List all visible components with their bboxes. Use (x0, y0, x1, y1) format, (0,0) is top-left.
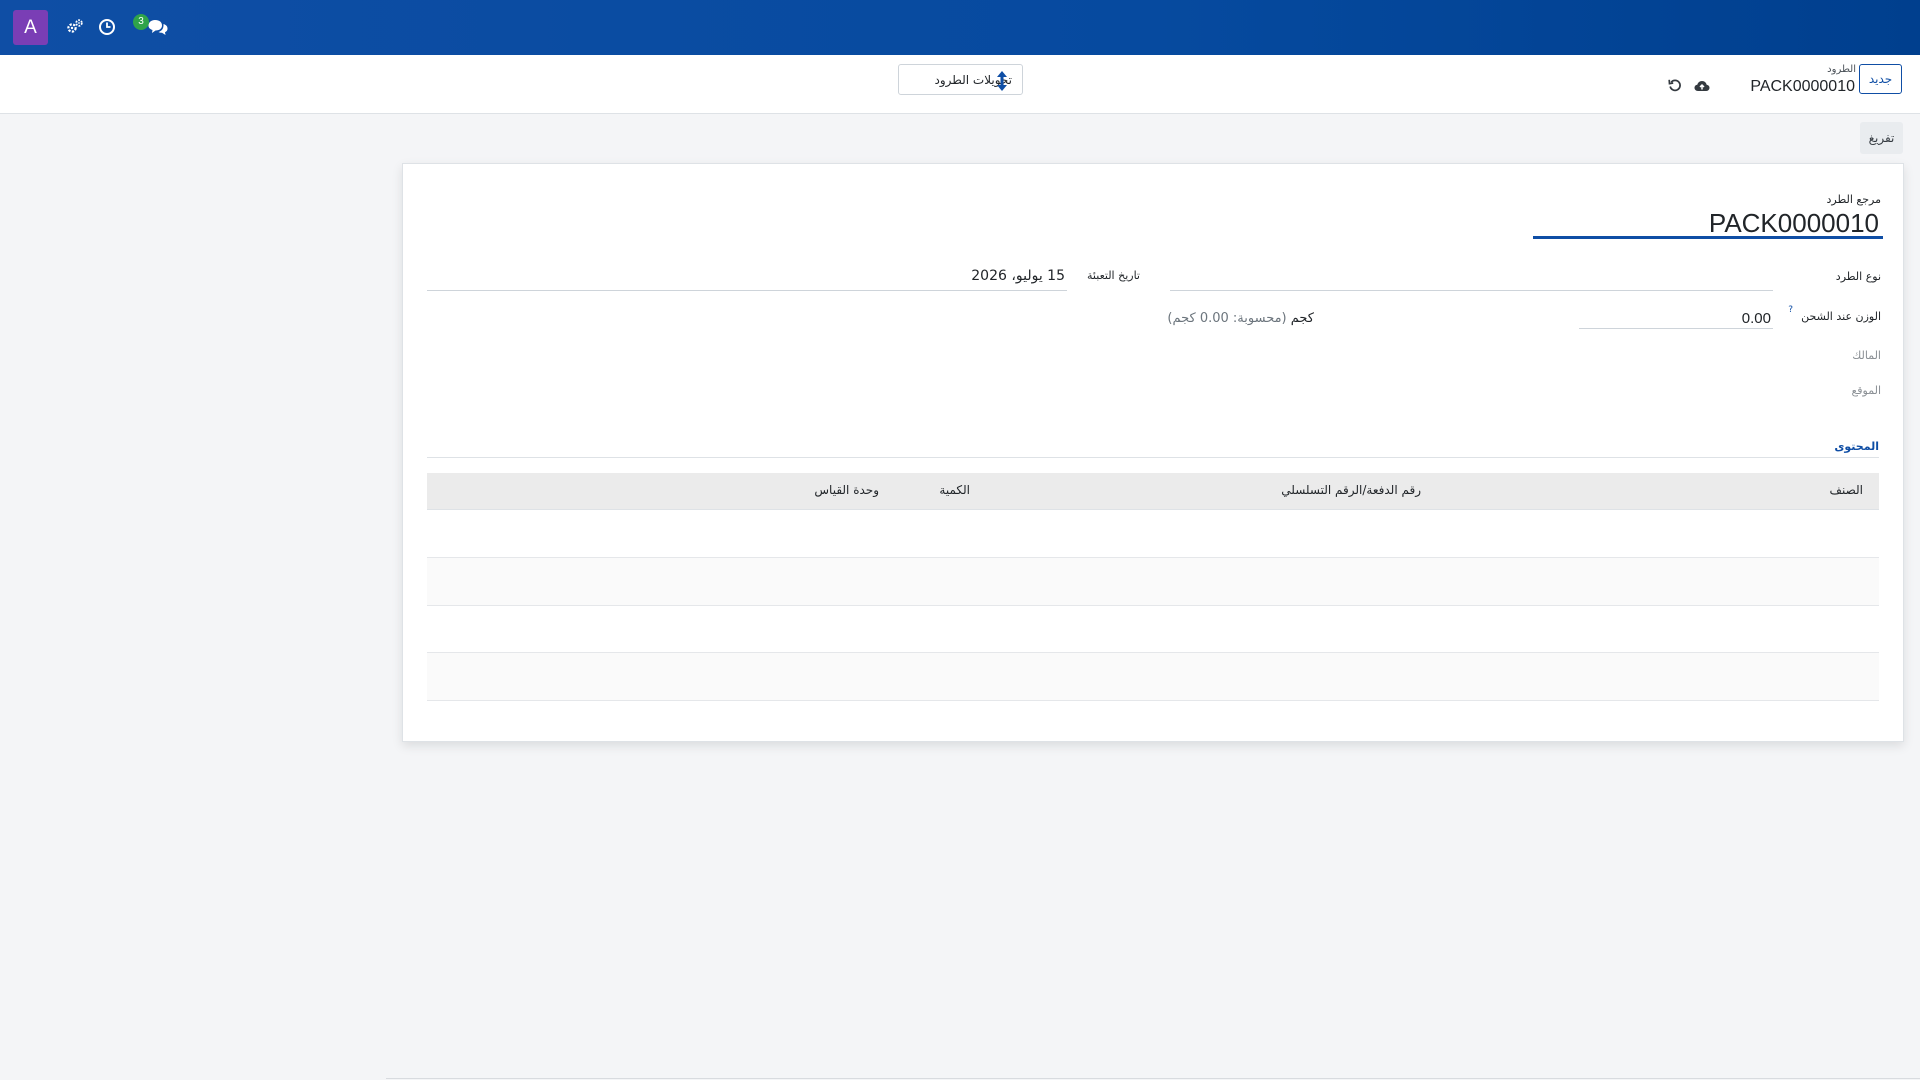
weight-computed: (محسوبة: 0.00 كجم) (1167, 311, 1287, 326)
new-button[interactable]: جديد (1859, 64, 1902, 94)
package-type-label: نوع الطرد (1835, 270, 1881, 283)
shipping-weight-value: 0.00 (1741, 310, 1771, 327)
discard-icon[interactable] (1668, 77, 1682, 96)
arrows-vertical-icon (996, 70, 1008, 96)
package-transfers-button[interactable]: تحويلات الطرود (898, 64, 1023, 95)
breadcrumb-current: PACK0000010 (1750, 78, 1855, 95)
control-panel: جديد الطرود PACK0000010 تحويلات الطرود (0, 55, 1920, 114)
unpack-button[interactable]: تفريغ (1860, 122, 1903, 154)
package-type-field[interactable] (1170, 264, 1773, 291)
owner-label: المالك (1852, 349, 1881, 362)
table-row (427, 653, 1879, 701)
table-row (427, 558, 1879, 606)
column-header-uom[interactable]: وحدة القياس (814, 483, 879, 497)
column-header-lot-serial[interactable]: رقم الدفعة/الرقم التسلسلي (1281, 483, 1421, 497)
chat-icon[interactable] (146, 17, 170, 37)
package-ref-input[interactable]: PACK0000010 (1533, 210, 1883, 239)
save-cloud-icon[interactable] (1694, 77, 1710, 96)
column-header-quantity[interactable]: الكمية (939, 483, 970, 497)
table-row (427, 605, 1879, 653)
help-tooltip-icon[interactable]: ? (1788, 305, 1793, 315)
messages-count-badge: 3 (133, 14, 149, 30)
page-bottom-divider (386, 1078, 1920, 1079)
form-sheet: مرجع الطرد PACK0000010 نوع الطرد تاريخ ا… (402, 163, 1904, 742)
column-header-product[interactable]: الصنف (1830, 483, 1863, 497)
section-divider (427, 457, 1879, 458)
breadcrumb-parent[interactable]: الطرود (1827, 64, 1856, 75)
pack-date-value: 15 يوليو، 2026 (971, 268, 1065, 284)
shipping-weight-label: الوزن عند الشحن (1801, 310, 1881, 323)
top-navbar: A 3 (0, 0, 1920, 55)
settings-icon[interactable] (65, 17, 85, 37)
clock-icon[interactable] (97, 17, 117, 37)
weight-unit-label: كجم (1290, 311, 1314, 326)
user-avatar[interactable]: A (13, 10, 48, 45)
content-table-header: الصنف رقم الدفعة/الرقم التسلسلي الكمية و… (427, 473, 1879, 510)
package-ref-label: مرجع الطرد (1826, 193, 1881, 206)
weight-unit: كجم (محسوبة: 0.00 كجم) (1167, 311, 1314, 326)
content-section-title: المحتوى (1834, 440, 1879, 453)
table-row (427, 510, 1879, 558)
pack-date-label: تاريخ التعبئة (1087, 269, 1140, 282)
location-label: الموقع (1851, 384, 1881, 397)
